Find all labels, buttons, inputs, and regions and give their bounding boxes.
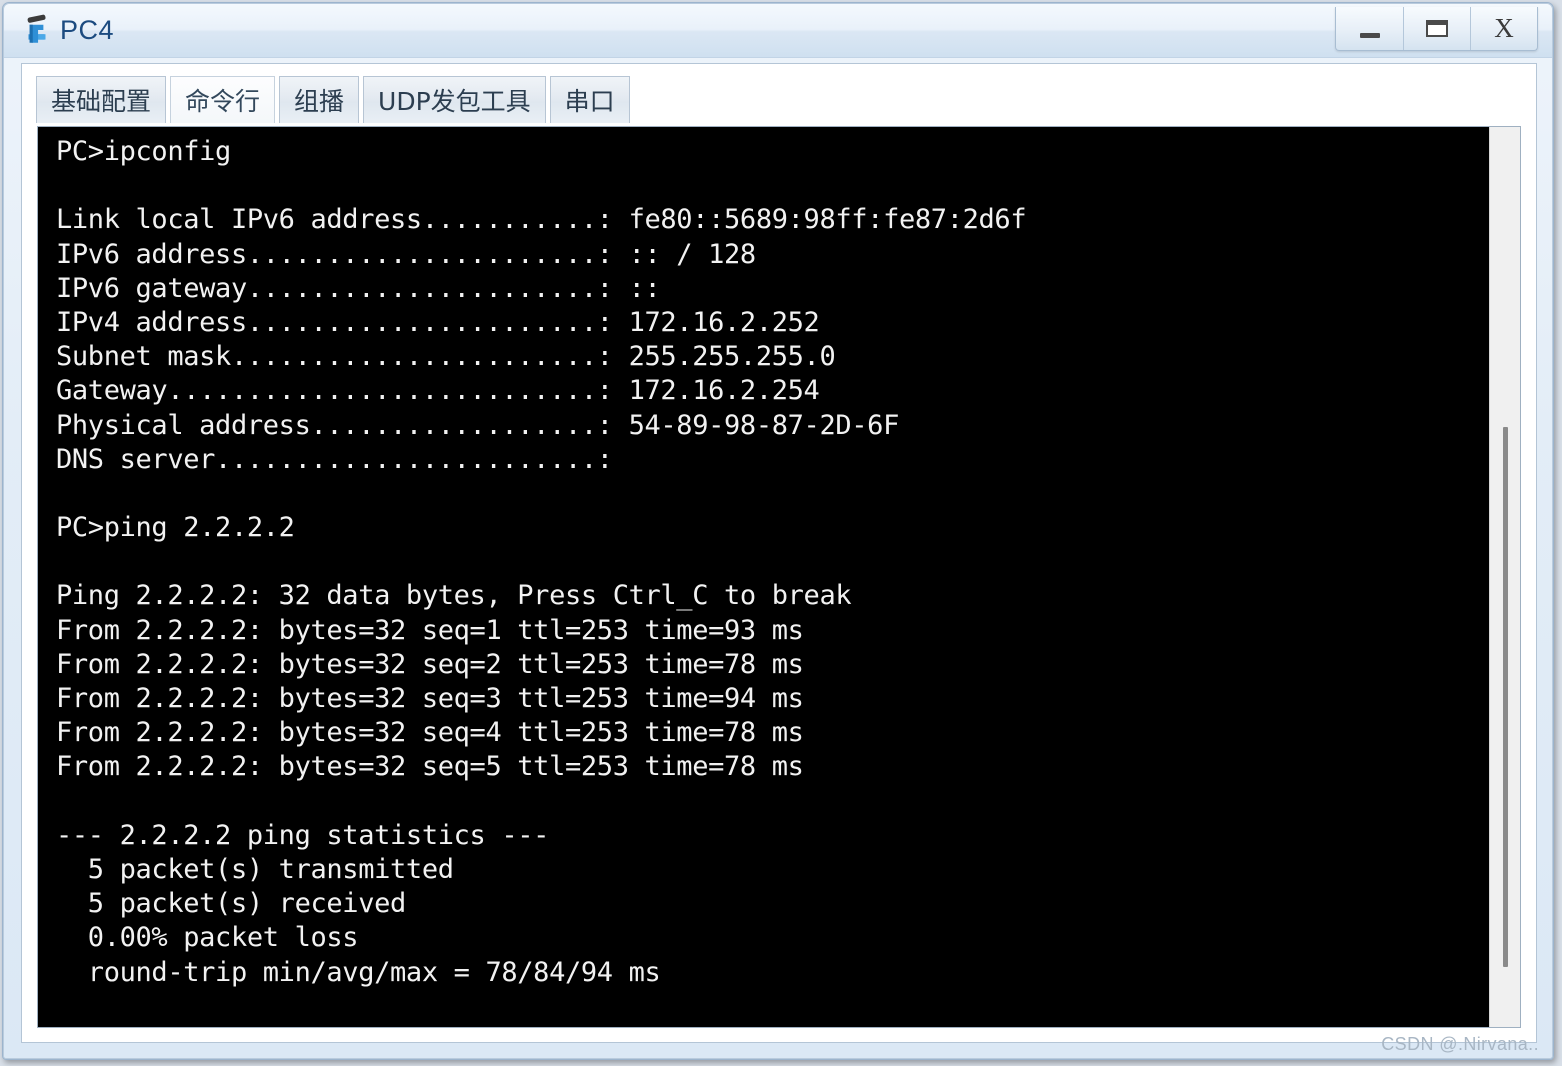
terminal-line: 5 packet(s) received [56, 888, 406, 920]
terminal-line: Gateway...........................: 172.… [56, 375, 820, 407]
close-button[interactable]: X [1470, 7, 1537, 50]
close-icon: X [1494, 13, 1514, 43]
terminal-output[interactable]: PC>ipconfig Link local IPv6 address......… [38, 127, 1489, 1027]
window-title: PC4 [60, 14, 115, 45]
terminal-line: From 2.2.2.2: bytes=32 seq=2 ttl=253 tim… [56, 648, 804, 680]
terminal-line: Physical address..................: 54-8… [56, 409, 899, 441]
terminal-line: Ping 2.2.2.2: 32 data bytes, Press Ctrl_… [56, 580, 852, 612]
terminal-line: PC>ping 2.2.2.2 [56, 512, 295, 544]
minimize-button[interactable] [1336, 7, 1403, 50]
terminal-line: From 2.2.2.2: bytes=32 seq=5 ttl=253 tim… [56, 751, 804, 783]
application-window: PC4 X 基础配置 命令行 组播 UDP发包工具 串口 PC>ipconfig… [2, 2, 1554, 1060]
tab-udp-packet-tool[interactable]: UDP发包工具 [363, 76, 546, 123]
tab-label: UDP发包工具 [378, 87, 531, 116]
title-bar-left: PC4 [20, 8, 114, 52]
tab-serial-port[interactable]: 串口 [549, 76, 630, 123]
terminal-panel: PC>ipconfig Link local IPv6 address......… [37, 126, 1521, 1028]
tab-label: 基础配置 [51, 87, 152, 116]
title-bar[interactable]: PC4 X [4, 4, 1552, 58]
terminal-line: --- 2.2.2.2 ping statistics --- [56, 819, 550, 851]
terminal-line: Subnet mask.......................: 255.… [56, 341, 836, 373]
window-controls: X [1335, 7, 1538, 51]
watermark-label: CSDN @.Nirvana.. [1381, 1034, 1539, 1054]
scrollbar-thumb[interactable] [1503, 427, 1508, 967]
tab-label: 组播 [294, 87, 345, 116]
terminal-line: Link local IPv6 address...........: fe80… [56, 204, 1027, 236]
terminal-line: IPv6 address......................: :: /… [56, 238, 756, 270]
terminal-line: 5 packet(s) transmitted [56, 853, 454, 885]
tab-label: 命令行 [185, 87, 261, 116]
terminal-scrollbar[interactable] [1489, 127, 1520, 1027]
terminal-line: DNS server........................: [56, 443, 613, 475]
terminal-line: IPv6 gateway......................: :: [56, 272, 661, 304]
tab-command-line[interactable]: 命令行 [170, 76, 276, 123]
terminal-line: From 2.2.2.2: bytes=32 seq=3 ttl=253 tim… [56, 683, 804, 714]
maximize-button[interactable] [1403, 7, 1470, 50]
tab-basic-config[interactable]: 基础配置 [36, 76, 167, 123]
minimize-icon [1359, 33, 1380, 38]
tab-strip: 基础配置 命令行 组播 UDP发包工具 串口 [36, 76, 634, 124]
terminal-line: IPv4 address......................: 172.… [56, 306, 820, 338]
terminal-line: PC>ipconfig [56, 136, 231, 167]
terminal-line: round-trip min/avg/max = 78/84/94 ms [56, 956, 661, 988]
client-area: 基础配置 命令行 组播 UDP发包工具 串口 PC>ipconfig Link l… [21, 63, 1537, 1043]
terminal-line: From 2.2.2.2: bytes=32 seq=4 ttl=253 tim… [56, 717, 804, 749]
terminal-line: 0.00% packet loss [56, 922, 359, 954]
maximize-icon [1426, 20, 1448, 37]
pc-host-icon [20, 13, 54, 47]
tab-multicast[interactable]: 组播 [279, 76, 360, 123]
terminal-line: PC> [56, 1024, 1489, 1027]
terminal-line: From 2.2.2.2: bytes=32 seq=1 ttl=253 tim… [56, 614, 804, 646]
tab-label: 串口 [564, 87, 615, 116]
